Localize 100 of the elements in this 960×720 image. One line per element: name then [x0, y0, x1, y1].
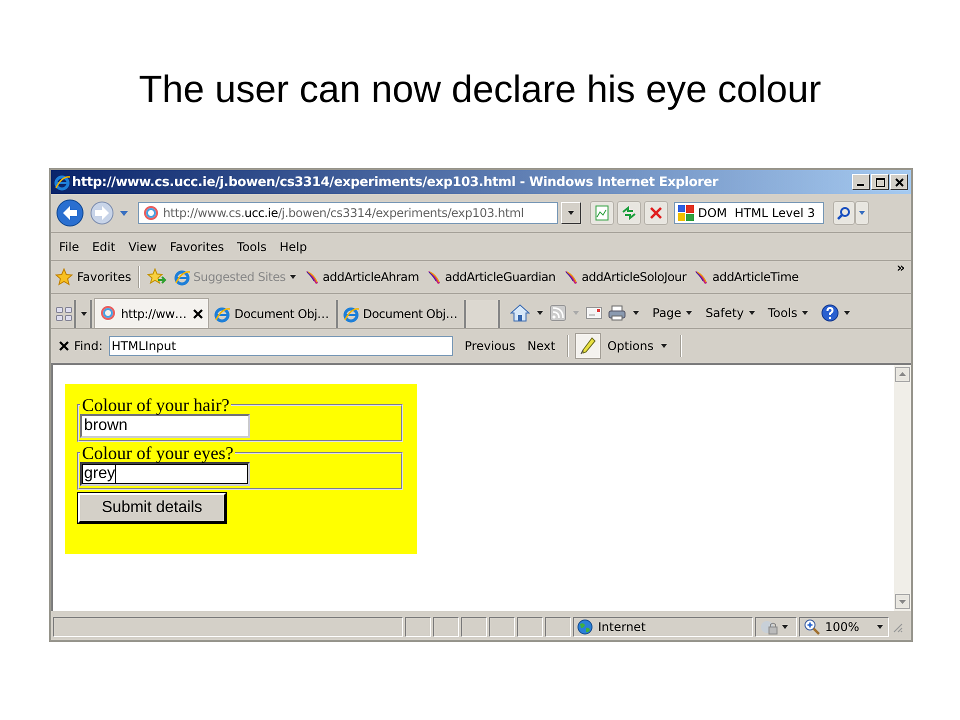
- history-caret-icon[interactable]: [119, 209, 129, 217]
- more-chevron[interactable]: »: [896, 261, 905, 276]
- scroll-down-icon[interactable]: [895, 594, 910, 609]
- status-pane: [405, 616, 431, 636]
- tab-list-button[interactable]: [78, 300, 92, 328]
- favorite-link[interactable]: addArticleAhram: [304, 269, 420, 285]
- command-menu-button[interactable]: Tools: [768, 306, 810, 320]
- printer-icon[interactable]: [608, 305, 626, 321]
- refresh-button[interactable]: [617, 201, 641, 225]
- text-input[interactable]: brown: [80, 414, 250, 438]
- status-pane: [489, 616, 515, 636]
- address-dropdown-button[interactable]: [561, 202, 581, 224]
- status-pane: [461, 616, 487, 636]
- window-title: http://www.cs.ucc.ie/j.bowen/cs3314/experiments/exp103.html - Windows Internet Explorer: [72, 174, 720, 190]
- search-field[interactable]: DOM HTML Level 3: [674, 202, 824, 224]
- scrollbar[interactable]: [894, 365, 911, 611]
- search-button[interactable]: [833, 201, 855, 225]
- caret-icon: [801, 309, 810, 317]
- broken-page-icon: [595, 205, 609, 221]
- status-pane: [545, 616, 571, 636]
- caret-icon: [288, 273, 297, 281]
- favorites-button[interactable]: Favorites: [55, 268, 132, 286]
- find-field[interactable]: HTMLInput: [108, 336, 453, 356]
- caret-icon: [876, 622, 884, 630]
- feather-icon: [304, 269, 320, 285]
- search-options-button[interactable]: [855, 201, 869, 225]
- help-button[interactable]: [821, 304, 852, 322]
- zoom-button[interactable]: 100%: [799, 616, 889, 636]
- page-icon: [143, 205, 159, 221]
- help-icon: [821, 304, 840, 322]
- find-nav-button[interactable]: Previous: [464, 339, 516, 353]
- star-icon: [55, 268, 73, 286]
- lock-icon: [760, 618, 778, 634]
- caret-icon: [843, 309, 852, 317]
- search-text: DOM HTML Level 3: [698, 206, 815, 220]
- highlight-toggle[interactable]: [575, 333, 602, 359]
- search-icon: [837, 206, 851, 220]
- stop-button[interactable]: [644, 201, 668, 225]
- menu-item[interactable]: View: [128, 240, 157, 254]
- minimize-button[interactable]: [852, 174, 870, 190]
- feather-icon: [562, 269, 579, 285]
- caret-icon: [660, 342, 668, 350]
- close-button[interactable]: [890, 174, 908, 190]
- find-label: Find:: [74, 339, 103, 353]
- maximize-icon: [876, 178, 884, 186]
- browser-tab[interactable]: Document Obj…: [209, 300, 338, 328]
- caret-icon: [567, 209, 575, 217]
- fieldset-legend: Colour of your hair?: [80, 396, 232, 414]
- caret-icon: [748, 309, 756, 317]
- globe-icon: [577, 618, 593, 634]
- browser-logo-icon: [54, 174, 70, 190]
- feather-icon: [693, 269, 710, 285]
- status-pane: [433, 616, 459, 636]
- feed-icon[interactable]: [550, 305, 566, 321]
- menu-item[interactable]: Help: [280, 240, 307, 254]
- resize-grip-icon: [891, 620, 903, 632]
- status-pane: [517, 616, 543, 636]
- options-button[interactable]: Options: [607, 339, 668, 353]
- grid-icon: [56, 307, 72, 321]
- highlighter-pen-icon: [580, 337, 596, 355]
- compatibility-button[interactable]: [590, 201, 614, 225]
- submit-button[interactable]: Submit details: [78, 493, 226, 523]
- maximize-button[interactable]: [871, 174, 889, 190]
- close-icon[interactable]: [193, 308, 204, 318]
- find-nav-button[interactable]: Next: [527, 339, 556, 353]
- browser-logo-icon: [214, 306, 230, 322]
- protected-mode-button[interactable]: [755, 616, 797, 636]
- menu-item[interactable]: Edit: [92, 240, 116, 254]
- command-menu-button[interactable]: Page: [652, 306, 694, 320]
- add-to-favorites-icon[interactable]: [147, 268, 168, 286]
- zoom-icon: [804, 618, 820, 634]
- browser-tab[interactable]: http://ww…: [94, 298, 210, 328]
- new-tab-button[interactable]: [466, 300, 500, 328]
- feather-icon: [426, 269, 442, 285]
- address-url: http://www.cs.ucc.ie/j.bowen/cs3314/experiments/exp103.html: [163, 206, 524, 220]
- back-button-icon[interactable]: [55, 198, 85, 228]
- favorite-link[interactable]: addArticleGuardian: [426, 269, 556, 285]
- home-icon[interactable]: [510, 304, 530, 322]
- favorite-link[interactable]: addArticleTime: [693, 269, 799, 285]
- caret-icon: [781, 622, 789, 630]
- slide-title: The user can now declare his eye colour: [138, 68, 822, 113]
- caret-icon: [858, 209, 866, 217]
- search-provider-icon: [678, 205, 694, 221]
- address-field[interactable]: http://www.cs.ucc.ie/j.bowen/cs3314/experiments/exp103.html: [138, 202, 558, 224]
- browser-logo-icon: [342, 306, 359, 322]
- caret-icon: [80, 310, 88, 318]
- scroll-up-icon[interactable]: [895, 367, 910, 382]
- menu-item[interactable]: Favorites: [170, 240, 224, 254]
- text-input[interactable]: grey: [80, 462, 250, 486]
- mail-icon[interactable]: [586, 307, 602, 319]
- page-icon: [100, 305, 116, 322]
- close-icon: [894, 178, 904, 186]
- menu-item[interactable]: File: [59, 240, 80, 254]
- caret-icon[interactable]: [536, 309, 544, 317]
- menu-item[interactable]: Tools: [237, 240, 267, 254]
- caret-icon[interactable]: [632, 309, 640, 317]
- command-menu-button[interactable]: Safety: [705, 306, 756, 320]
- close-icon[interactable]: [59, 341, 69, 351]
- fieldset-legend: Colour of your eyes?: [80, 444, 236, 462]
- favorite-link[interactable]: addArticleSoloJour: [562, 269, 686, 285]
